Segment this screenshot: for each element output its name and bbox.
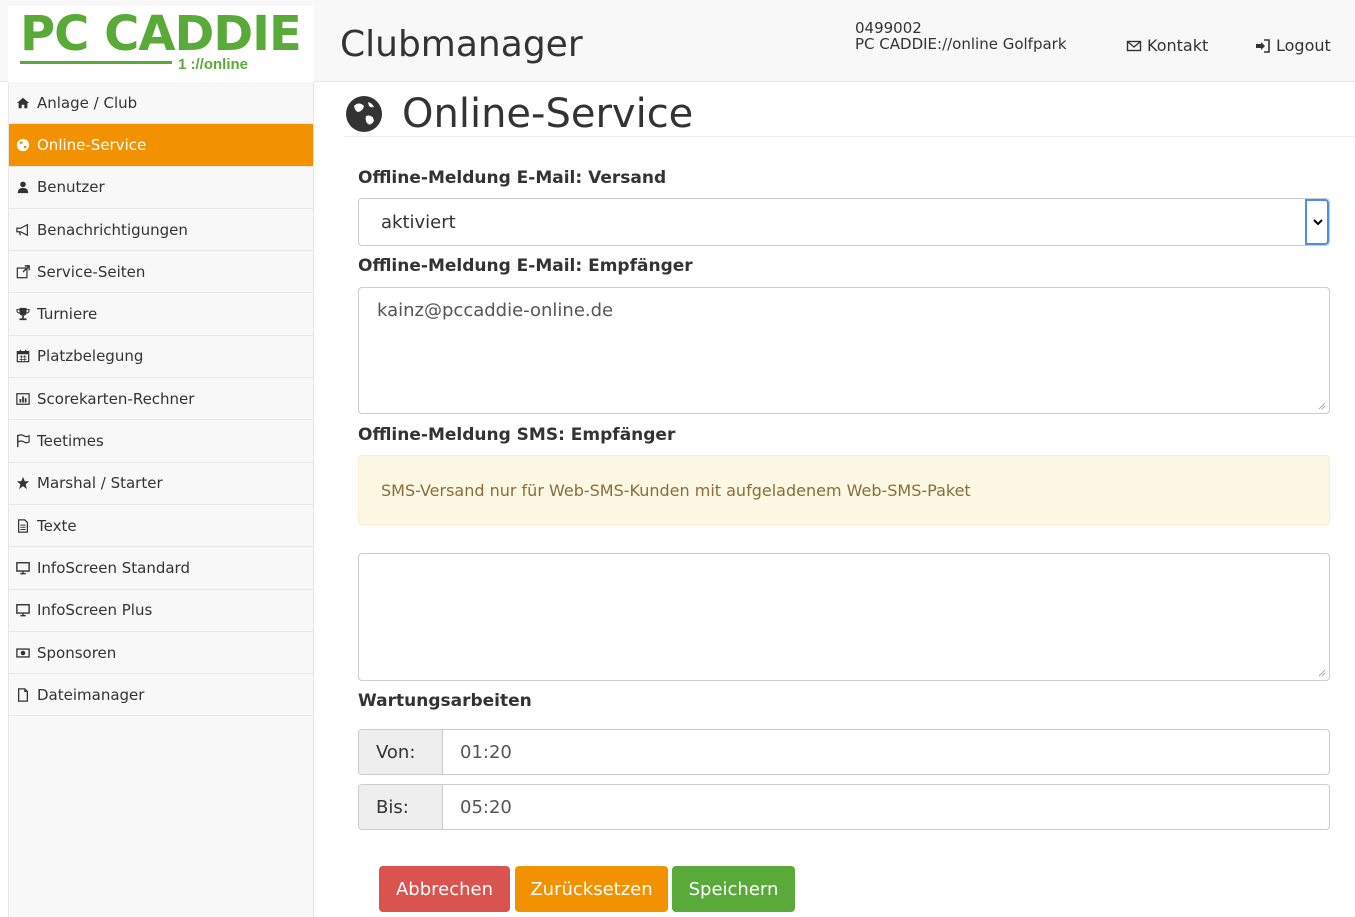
resize-grip-icon[interactable] [1316, 400, 1326, 410]
email-versand-select[interactable]: aktiviert [358, 198, 1330, 246]
sidebar-item-label: Scorekarten-Rechner [37, 389, 195, 408]
sidebar-item-label: Marshal / Starter [37, 474, 163, 493]
sidebar-item-label: InfoScreen Plus [37, 601, 153, 620]
bar-chart-icon [15, 391, 31, 407]
sidebar-item-label: Benachrichtigungen [37, 220, 188, 239]
club-id: 0499002 [855, 19, 922, 37]
sidebar: Anlage / Club Online-Service Benutzer Be… [8, 82, 314, 917]
bullhorn-icon [15, 222, 31, 238]
sidebar-item-scorekarten-rechner[interactable]: Scorekarten-Rechner [9, 378, 313, 421]
sidebar-item-label: Service-Seiten [37, 262, 146, 281]
logout-label: Logout [1276, 36, 1331, 55]
external-link-icon [15, 264, 31, 280]
email-versand-value: aktiviert [381, 212, 456, 233]
sidebar-item-infoscreen-plus[interactable]: InfoScreen Plus [9, 589, 313, 632]
save-button[interactable]: Speichern [672, 866, 795, 912]
top-header: PC CADDIE 1 ://online Clubmanager 049900… [0, 0, 1355, 82]
main-content: Online-Service Offline-Meldung E-Mail: V… [314, 82, 1355, 917]
sidebar-item-turniere[interactable]: Turniere [9, 293, 313, 336]
sidebar-item-label: Platzbelegung [37, 347, 144, 366]
sidebar-item-texte[interactable]: Texte [9, 504, 313, 548]
money-icon [15, 645, 31, 661]
sidebar-item-label: Sponsoren [37, 643, 117, 662]
sidebar-item-online-service[interactable]: Online-Service [9, 124, 313, 167]
sidebar-item-service-seiten[interactable]: Service-Seiten [9, 251, 313, 294]
contact-link[interactable]: Kontakt [1126, 36, 1208, 55]
logo-text: PC CADDIE [20, 6, 302, 62]
envelope-icon [1126, 40, 1142, 51]
email-empfaenger-textarea[interactable]: kainz@pccaddie-online.de [358, 287, 1330, 414]
von-addon: Von: [359, 730, 443, 774]
club-name: PC CADDIE://online Golfpark [855, 35, 1067, 53]
logout-icon [1256, 38, 1270, 53]
logout-link[interactable]: Logout [1255, 36, 1331, 55]
logo-subtitle: 1 ://online [178, 56, 249, 73]
sidebar-item-infoscreen-standard[interactable]: InfoScreen Standard [9, 547, 313, 590]
sidebar-item-label: Turniere [37, 305, 98, 324]
sidebar-item-marshal-starter[interactable]: Marshal / Starter [9, 462, 313, 505]
sidebar-item-teetimes[interactable]: Teetimes [9, 420, 313, 463]
page-title-text: Online-Service [402, 91, 694, 137]
logo-underline [20, 61, 172, 64]
sidebar-item-sponsoren[interactable]: Sponsoren [9, 631, 313, 675]
resize-grip-icon[interactable] [1316, 667, 1326, 677]
chevron-down-icon[interactable] [1305, 199, 1329, 245]
file-icon [15, 687, 31, 703]
email-versand-label: Offline-Meldung E-Mail: Versand [358, 168, 667, 188]
sidebar-item-platzbelegung[interactable]: Platzbelegung [9, 335, 313, 379]
monitor-icon [15, 602, 31, 618]
von-input-group[interactable]: Von: 01:20 [358, 729, 1330, 775]
sidebar-item-benachrichtigungen[interactable]: Benachrichtigungen [9, 208, 313, 252]
star-icon [15, 475, 31, 491]
logo[interactable]: PC CADDIE 1 ://online [8, 6, 314, 82]
sidebar-item-label: Texte [37, 516, 77, 535]
club-info: 0499002 PC CADDIE://online Golfpark [855, 20, 1067, 52]
sms-empfaenger-label: Offline-Meldung SMS: Empfänger [358, 425, 676, 445]
title-divider [344, 136, 1355, 137]
sidebar-item-label: Online-Service [37, 135, 147, 154]
sms-warning-alert: SMS-Versand nur für Web-SMS-Kunden mit a… [358, 455, 1330, 525]
home-icon [15, 95, 31, 111]
flag-icon [15, 433, 31, 449]
sms-empfaenger-textarea[interactable] [358, 553, 1330, 681]
bis-input-group[interactable]: Bis: 05:20 [358, 784, 1330, 830]
cancel-button[interactable]: Abbrechen [379, 866, 510, 912]
user-icon [15, 179, 31, 195]
bis-input[interactable]: 05:20 [443, 785, 512, 829]
sidebar-item-dateimanager[interactable]: Dateimanager [9, 674, 313, 717]
page-title: Online-Service [344, 90, 693, 138]
calendar-icon [15, 348, 31, 364]
sms-warning-text: SMS-Versand nur für Web-SMS-Kunden mit a… [381, 481, 971, 500]
email-empfaenger-label: Offline-Meldung E-Mail: Empfänger [358, 256, 693, 276]
email-empfaenger-value: kainz@pccaddie-online.de [377, 300, 614, 321]
bis-addon: Bis: [359, 785, 443, 829]
wartung-label: Wartungsarbeiten [358, 691, 532, 711]
globe-icon [15, 137, 31, 153]
contact-label: Kontakt [1147, 36, 1209, 55]
sidebar-item-label: InfoScreen Standard [37, 558, 190, 577]
trophy-icon [15, 306, 31, 322]
sidebar-item-label: Benutzer [37, 178, 105, 197]
globe-icon [346, 96, 382, 132]
von-input[interactable]: 01:20 [443, 730, 512, 774]
sidebar-item-anlage-club[interactable]: Anlage / Club [9, 82, 313, 125]
reset-button[interactable]: Zurücksetzen [515, 866, 668, 912]
document-text-icon [15, 518, 31, 534]
app-title: Clubmanager [340, 24, 583, 65]
sidebar-item-label: Anlage / Club [37, 93, 138, 112]
sidebar-item-label: Dateimanager [37, 685, 145, 704]
app-frame: PC CADDIE 1 ://online Clubmanager 049900… [0, 0, 1355, 917]
sidebar-item-benutzer[interactable]: Benutzer [9, 166, 313, 209]
monitor-icon [15, 560, 31, 576]
sidebar-item-label: Teetimes [37, 432, 104, 451]
